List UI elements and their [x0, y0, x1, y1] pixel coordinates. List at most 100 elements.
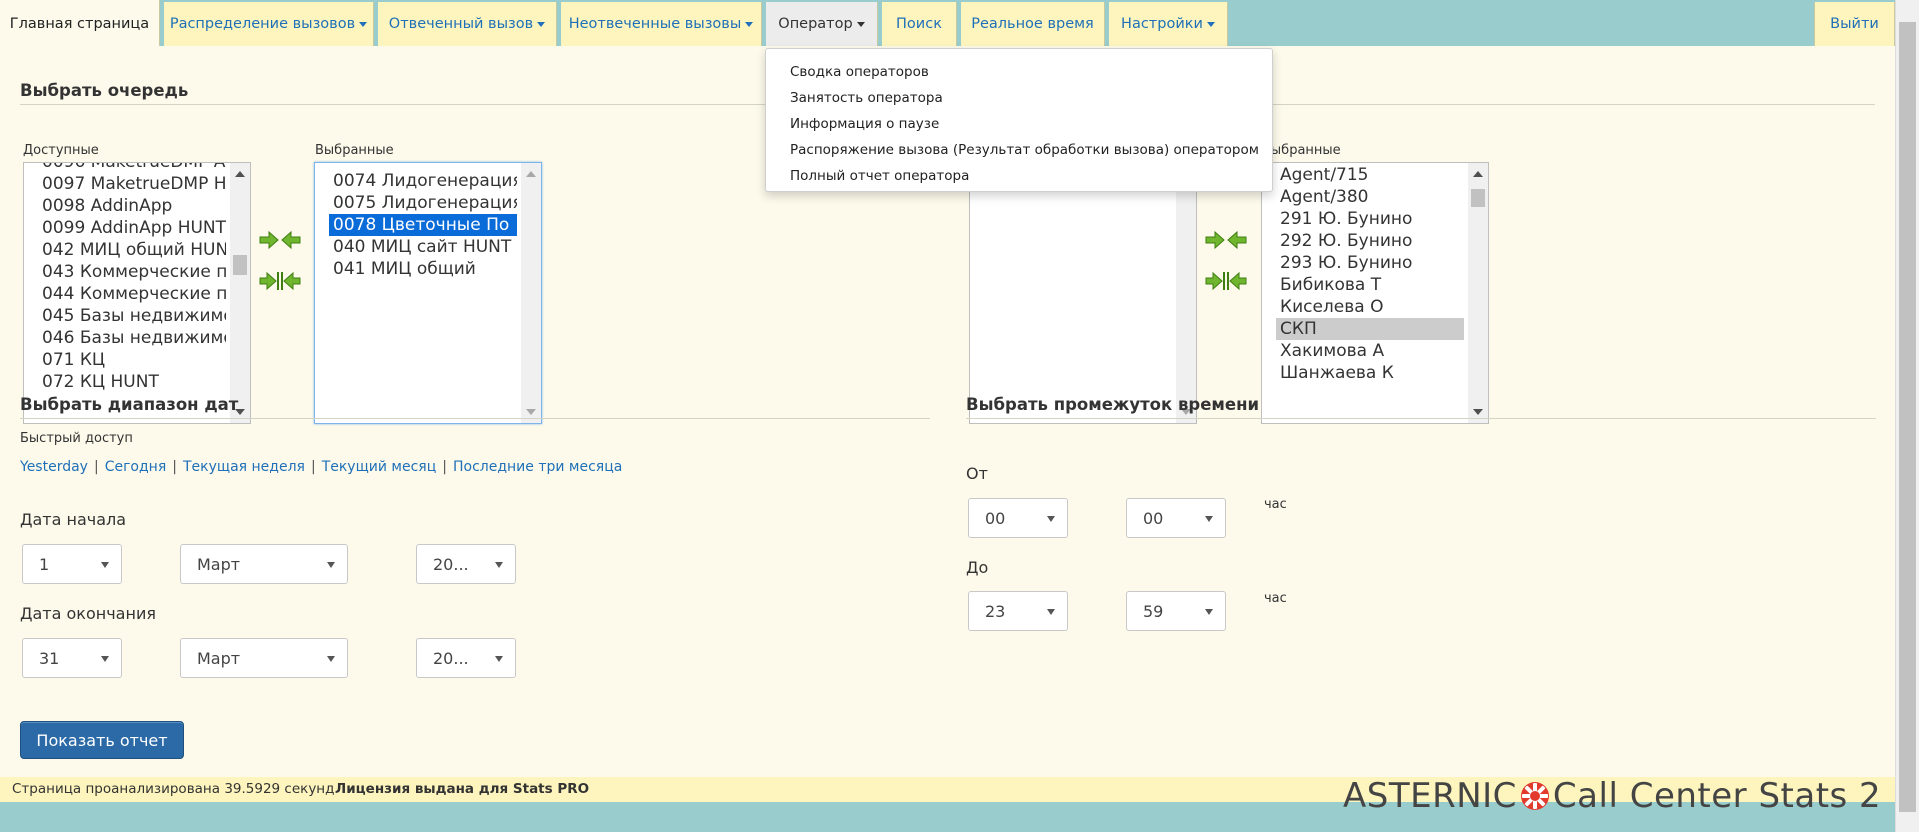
- quick-link-current-month[interactable]: Текущий месяц: [322, 459, 437, 475]
- list-item[interactable]: Бибикова Т: [1276, 274, 1464, 296]
- tab-settings[interactable]: Настройки: [1109, 2, 1228, 46]
- selected-agents-list[interactable]: Agent/715 Agent/380 291 Ю. Бунино 292 Ю.…: [1261, 162, 1489, 424]
- end-year-value: 20...: [433, 648, 469, 668]
- asternic-logo-icon: [1520, 782, 1549, 810]
- scroll-up-icon[interactable]: [235, 171, 245, 177]
- start-month-select[interactable]: Март: [180, 544, 348, 584]
- list-item[interactable]: 293 Ю. Бунино: [1276, 252, 1464, 274]
- add-remove-all-arrows-icon[interactable]: [1204, 269, 1248, 293]
- tab-search[interactable]: Поиск: [882, 2, 957, 46]
- scrollbar[interactable]: [521, 163, 541, 423]
- list-item[interactable]: 046 Базы недвижимо: [38, 327, 226, 349]
- list-item[interactable]: 044 Коммерческие по: [38, 283, 226, 305]
- tab-home-label: Главная страница: [9, 15, 150, 32]
- quick-link-today[interactable]: Сегодня: [105, 459, 167, 475]
- menu-item-agent-summary[interactable]: Сводка операторов: [766, 59, 1272, 85]
- queue-section-title: Выбрать очередь: [20, 81, 189, 100]
- to-hour-value: 23: [985, 601, 1006, 621]
- logout-button[interactable]: Выйти: [1814, 2, 1895, 46]
- scroll-up-icon[interactable]: [1473, 171, 1483, 177]
- list-item[interactable]: 045 Базы недвижимо: [38, 305, 226, 327]
- start-day-select[interactable]: 1: [22, 544, 122, 584]
- from-hour-select[interactable]: 00: [968, 498, 1068, 538]
- operator-dropdown-menu: Сводка операторов Занятость оператора Ин…: [765, 48, 1273, 192]
- quick-link-yesterday[interactable]: Yesterday: [20, 459, 88, 475]
- start-year-value: 20...: [433, 554, 469, 574]
- quick-access-label: Быстрый доступ: [20, 431, 133, 446]
- list-item-selected[interactable]: 0078 Цветочные По: [329, 214, 517, 236]
- list-item[interactable]: 0099 AddinApp HUNT: [38, 217, 226, 239]
- end-day-select[interactable]: 31: [22, 638, 122, 678]
- start-year-select[interactable]: 20...: [416, 544, 516, 584]
- hour-unit-label: час: [1264, 497, 1287, 512]
- to-minute-select[interactable]: 59: [1126, 591, 1226, 631]
- list-item-selected[interactable]: СКП: [1276, 318, 1464, 340]
- tab-realtime[interactable]: Реальное время: [961, 2, 1105, 46]
- tab-call-distribution[interactable]: Распределение вызовов: [164, 2, 374, 46]
- brand-logo: ASTERNIC Call Center Stats 2: [1343, 776, 1881, 816]
- list-item[interactable]: 0098 AddinApp: [38, 195, 226, 217]
- list-item[interactable]: 071 КЦ: [38, 349, 226, 371]
- scroll-down-icon[interactable]: [1473, 409, 1483, 415]
- scroll-up-icon[interactable]: [526, 171, 536, 177]
- tab-home[interactable]: Главная страница: [0, 0, 160, 47]
- to-hour-select[interactable]: 23: [968, 591, 1068, 631]
- tab-operator[interactable]: Оператор: [766, 2, 878, 46]
- tab-answered-label: Отвеченный вызов: [388, 16, 534, 32]
- list-item[interactable]: 0096 MaketrueDMP AI: [38, 163, 226, 173]
- to-minute-value: 59: [1143, 601, 1164, 621]
- brand-name-left: ASTERNIC: [1343, 776, 1517, 816]
- list-item[interactable]: 042 МИЦ общий HUN: [38, 239, 226, 261]
- end-month-select[interactable]: Март: [180, 638, 348, 678]
- end-year-select[interactable]: 20...: [416, 638, 516, 678]
- menu-item-call-disposition[interactable]: Распоряжение вызова (Результат обработки…: [766, 137, 1272, 163]
- show-report-button[interactable]: Показать отчет: [20, 721, 184, 759]
- tab-realtime-label: Реальное время: [971, 16, 1094, 32]
- chevron-down-icon: [495, 656, 503, 662]
- list-item[interactable]: 0074 Лидогенерация: [329, 170, 517, 192]
- start-date-label: Дата начала: [20, 510, 127, 529]
- page-scrollbar[interactable]: [1895, 0, 1919, 832]
- scrollbar[interactable]: [1176, 163, 1196, 423]
- list-item[interactable]: 0075 Лидогенерация: [329, 192, 517, 214]
- scroll-down-icon[interactable]: [526, 409, 536, 415]
- caret-down-icon: [1206, 21, 1215, 27]
- menu-item-pause-info[interactable]: Информация о паузе: [766, 111, 1272, 137]
- available-queues-list[interactable]: 0096 MaketrueDMP AI 0097 MaketrueDMP H 0…: [23, 162, 251, 424]
- scrollbar[interactable]: [230, 163, 250, 423]
- add-remove-arrows-icon[interactable]: [1204, 228, 1248, 252]
- list-item[interactable]: Киселева О: [1276, 296, 1464, 318]
- list-item[interactable]: Шанжаева К: [1276, 362, 1464, 384]
- list-item[interactable]: 072 КЦ HUNT: [38, 371, 226, 393]
- list-item[interactable]: 043 Коммерческие по: [38, 261, 226, 283]
- list-item[interactable]: 0097 MaketrueDMP H: [38, 173, 226, 195]
- selected-queues-label: Выбранные: [315, 143, 394, 158]
- list-item[interactable]: Хакимова А: [1276, 340, 1464, 362]
- list-item[interactable]: 041 МИЦ общий: [329, 258, 517, 280]
- add-remove-arrows-icon[interactable]: [258, 228, 302, 252]
- caret-down-icon: [856, 21, 865, 27]
- add-remove-all-arrows-icon[interactable]: [258, 269, 302, 293]
- page-scrollbar-thumb[interactable]: [1899, 22, 1916, 812]
- list-item[interactable]: Agent/380: [1276, 186, 1464, 208]
- menu-item-agent-availability[interactable]: Занятость оператора: [766, 85, 1272, 111]
- list-item[interactable]: 291 Ю. Бунино: [1276, 208, 1464, 230]
- from-minute-select[interactable]: 00: [1126, 498, 1226, 538]
- list-item[interactable]: 040 МИЦ сайт HUNT: [329, 236, 517, 258]
- scrollbar-thumb[interactable]: [233, 255, 247, 275]
- tab-unanswered[interactable]: Неотвеченные вызовы: [561, 2, 762, 46]
- available-agents-list[interactable]: [969, 162, 1197, 424]
- scrollbar-thumb[interactable]: [1471, 189, 1485, 207]
- end-day-value: 31: [39, 648, 60, 668]
- tab-answered[interactable]: Отвеченный вызов: [378, 2, 557, 46]
- scrollbar[interactable]: [1468, 163, 1488, 423]
- quick-link-last-three-months[interactable]: Последние три месяца: [453, 459, 622, 475]
- list-item[interactable]: Agent/715: [1276, 164, 1464, 186]
- tab-operator-label: Оператор: [778, 16, 853, 32]
- selected-queues-list[interactable]: 0074 Лидогенерация 0075 Лидогенерация 00…: [314, 162, 542, 424]
- quick-link-current-week[interactable]: Текущая неделя: [183, 459, 305, 475]
- tab-call-distribution-label: Распределение вызовов: [169, 16, 356, 32]
- logout-label: Выйти: [1830, 16, 1879, 32]
- list-item[interactable]: 292 Ю. Бунино: [1276, 230, 1464, 252]
- menu-item-full-agent-report[interactable]: Полный отчет оператора: [766, 163, 1272, 189]
